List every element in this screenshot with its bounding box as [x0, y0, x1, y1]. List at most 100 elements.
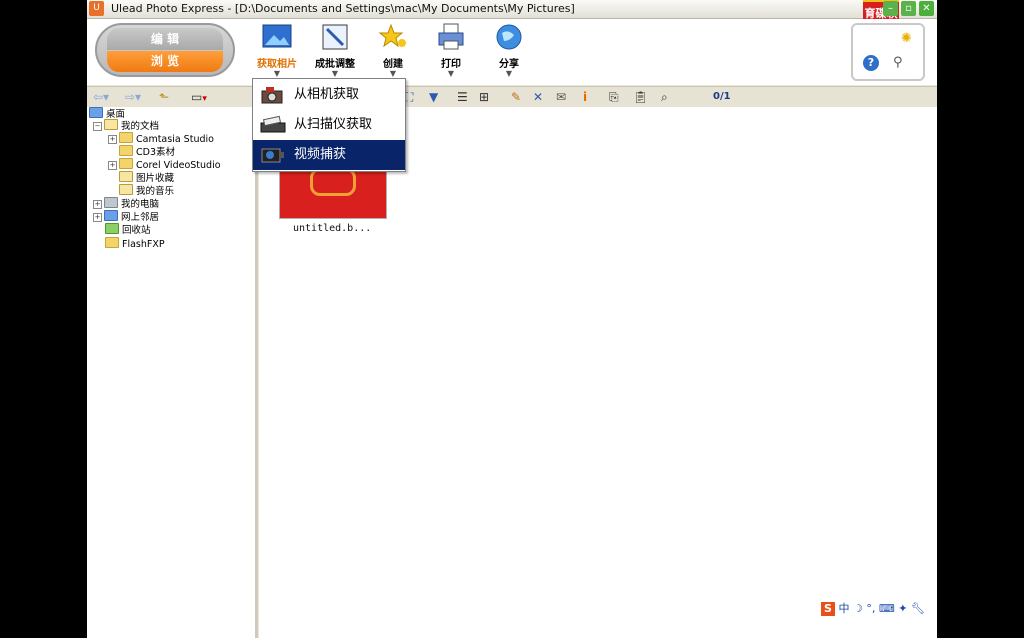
tree-item-my-computer[interactable]: + 我的电脑: [93, 197, 159, 210]
menu-item-label: 视频捕获: [294, 147, 347, 162]
share-label: 分享: [499, 59, 519, 70]
info-icon[interactable]: i: [583, 89, 587, 105]
forward-arrow-icon[interactable]: ⇨▾: [125, 89, 141, 105]
mode-switch: 编 辑 浏 览: [95, 23, 235, 77]
app-icon[interactable]: U: [89, 1, 104, 16]
video-camera-icon: [260, 145, 286, 165]
menu-item-label: 从扫描仪获取: [294, 117, 373, 132]
edit-mode-button[interactable]: 编 辑: [107, 28, 223, 50]
music-folder-icon: [119, 184, 133, 195]
recycle-bin-icon: [105, 223, 119, 234]
ime-punct-icon[interactable]: °,: [866, 602, 875, 615]
batch-adjust-label: 成批调整: [315, 59, 355, 70]
star-icon: [378, 23, 408, 51]
scanner-icon: [260, 115, 286, 135]
sogou-ime-icon[interactable]: S: [821, 602, 835, 616]
browse-mode-button[interactable]: 浏 览: [107, 51, 223, 72]
email-icon[interactable]: ✉: [556, 89, 566, 105]
delete-icon[interactable]: ✕: [533, 89, 543, 105]
create-button[interactable]: 创建 ▼: [365, 23, 421, 83]
tree-item-recycle-bin[interactable]: 回收站: [105, 223, 151, 236]
magnifier-icon[interactable]: ⚲: [893, 55, 909, 71]
view-mode-icon[interactable]: ▭▾: [191, 89, 207, 105]
folder-icon: [119, 145, 133, 156]
ime-tools-icon[interactable]: ✦: [898, 602, 907, 615]
tree-item-corel[interactable]: + Corel VideoStudio: [108, 158, 221, 171]
photo-express-window: U Ulead Photo Express - [D:\Documents an…: [87, 0, 937, 638]
folder-icon: [119, 158, 133, 169]
share-button[interactable]: 分享 ▼: [481, 23, 537, 83]
lightbulb-icon[interactable]: ✺: [901, 31, 912, 46]
find-icon[interactable]: ⌕: [661, 89, 668, 105]
printer-icon: [436, 23, 466, 51]
dropdown-arrow-icon: ▼: [505, 69, 513, 78]
rename-pencil-icon[interactable]: ✎: [511, 89, 521, 105]
ime-toolbar[interactable]: S 中 ☽ °, ⌨ ✦ 🔧︎: [821, 600, 925, 616]
dropdown-arrow-icon: ▼: [389, 69, 397, 78]
print-label: 打印: [441, 59, 461, 70]
pictures-folder-icon: [119, 171, 133, 182]
menu-item-from-camera[interactable]: 从相机获取: [253, 80, 405, 110]
help-panel: ✺ ? ⚲: [851, 23, 925, 81]
globe-icon: [494, 23, 524, 51]
copy-icon[interactable]: ⎘: [609, 89, 619, 105]
folder-icon: [119, 132, 133, 143]
tree-item-cd3[interactable]: CD3素材: [119, 145, 175, 158]
minimize-button[interactable]: –: [883, 1, 898, 16]
folder-tree: 桌面 − 我的文档 + Camtasia Studio CD3素材 + Corel V…: [87, 107, 258, 638]
menu-item-label: 从相机获取: [294, 87, 360, 102]
batch-adjust-button[interactable]: 成批调整 ▼: [307, 23, 363, 83]
print-button[interactable]: 打印 ▼: [423, 23, 479, 83]
paste-icon[interactable]: 📋︎: [633, 89, 648, 105]
arrange-icon[interactable]: ⊞: [479, 89, 489, 105]
ime-moon-icon[interactable]: ☽: [853, 602, 863, 615]
tree-item-flashfxp[interactable]: FlashFXP: [105, 237, 165, 250]
thumbnail-area: untitled.b... S 中 ☽ °, ⌨ ✦ 🔧︎: [259, 107, 937, 638]
tree-item-camtasia[interactable]: + Camtasia Studio: [108, 132, 214, 145]
expand-icon[interactable]: +: [108, 161, 117, 170]
tree-item-my-documents[interactable]: − 我的文档: [93, 119, 159, 132]
menu-item-from-scanner[interactable]: 从扫描仪获取: [253, 110, 405, 140]
expand-icon[interactable]: +: [108, 135, 117, 144]
thumbnail-image-detail: [310, 168, 356, 196]
desktop-icon: [89, 107, 103, 118]
computer-icon: [104, 197, 118, 208]
keyboard-icon[interactable]: ⌨: [879, 602, 895, 615]
maximize-button[interactable]: ▫: [901, 1, 916, 16]
sort-icon[interactable]: ☰: [457, 89, 468, 105]
dropdown-arrow-icon: ▼: [273, 69, 281, 78]
wrench-icon[interactable]: 🔧︎: [911, 602, 925, 615]
acquire-photo-label: 获取相片: [257, 59, 297, 70]
dropdown-arrow-icon: ▼: [331, 69, 339, 78]
batch-edit-icon: [320, 23, 350, 51]
network-icon: [104, 210, 118, 221]
thumbnail-caption: untitled.b...: [293, 223, 372, 234]
back-arrow-icon[interactable]: ⇦▾: [93, 89, 109, 105]
folder-icon: [104, 119, 118, 130]
photo-icon: [262, 23, 292, 51]
menu-item-video-capture[interactable]: 视频捕获: [253, 140, 405, 170]
page-count: 0/1: [713, 91, 731, 102]
acquire-photo-button[interactable]: 获取相片 ▼: [249, 23, 305, 83]
main-toolbar: 编 辑 浏 览 获取相片 ▼ 成批调整 ▼ 创建 ▼ 打印 ▼ 分享 ▼ ✺ ?…: [87, 19, 937, 85]
up-folder-icon[interactable]: ⬑: [159, 89, 169, 105]
help-icon[interactable]: ?: [863, 55, 879, 71]
camera-icon: [260, 85, 286, 105]
browse-toolbar: ⇦▾ ⇨▾ ⬑ ▭▾ ⛶ ▼ ☰ ⊞ ✎ ✕ ✉ i ⎘ 📋︎ ⌕ 0/1: [87, 86, 937, 108]
create-label: 创建: [383, 59, 403, 70]
close-button[interactable]: ✕: [919, 1, 934, 16]
acquire-dropdown-menu: 从相机获取 从扫描仪获取 视频捕获: [252, 78, 406, 172]
expand-icon[interactable]: +: [93, 213, 102, 222]
dropdown-arrow-icon: ▼: [447, 69, 455, 78]
window-title: Ulead Photo Express - [D:\Documents and …: [111, 2, 575, 15]
tree-item-my-pictures[interactable]: 图片收藏: [119, 171, 174, 184]
filter-icon[interactable]: ▼: [429, 89, 438, 105]
title-bar: U Ulead Photo Express - [D:\Documents an…: [87, 0, 937, 38]
expand-icon[interactable]: +: [93, 200, 102, 209]
ime-mode-label[interactable]: 中: [839, 602, 850, 615]
folder-icon: [105, 237, 119, 248]
collapse-icon[interactable]: −: [93, 122, 102, 131]
fit-view-icon[interactable]: ⛶: [405, 89, 413, 105]
tree-item-my-music[interactable]: 我的音乐: [119, 184, 174, 197]
tree-item-network[interactable]: + 网上邻居: [93, 210, 159, 223]
